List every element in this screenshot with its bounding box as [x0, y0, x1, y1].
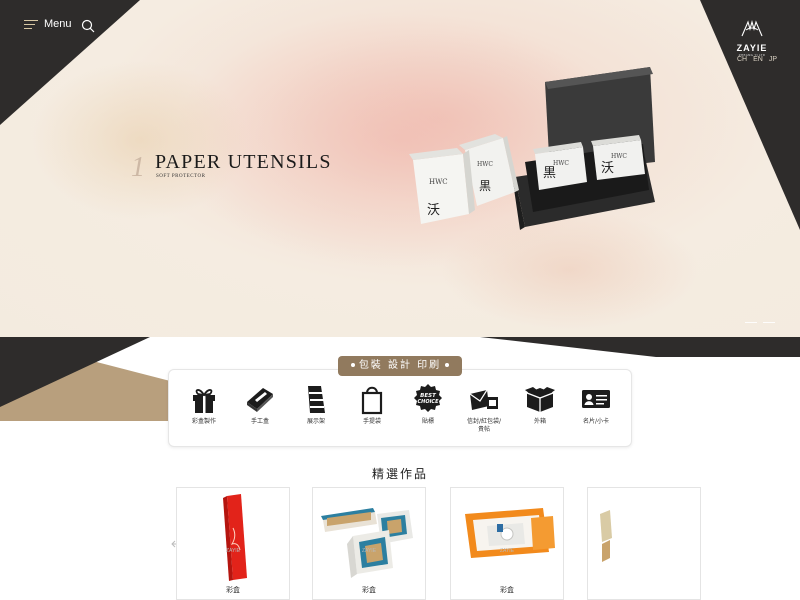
- svg-text:黒: 黒: [543, 166, 556, 181]
- dot-icon: [445, 363, 450, 367]
- svg-text:沃: 沃: [427, 203, 440, 218]
- category-business-card[interactable]: 名片/小卡: [570, 382, 622, 434]
- svg-text:黒: 黒: [479, 179, 491, 193]
- decor-band-dark: [480, 337, 800, 357]
- featured-card[interactable]: ZAYIE 彩盒: [176, 487, 290, 600]
- hero-subtitle: SOFT PROTECTOR: [156, 174, 206, 179]
- envelope-icon: [469, 389, 498, 410]
- business-card-icon: [582, 390, 610, 408]
- card-caption: 彩盒: [362, 586, 376, 594]
- hero-title: PAPER UTENSILS: [155, 151, 332, 173]
- category-heading: 包裝 設計 印刷: [338, 356, 462, 376]
- svg-text:HWC: HWC: [611, 153, 627, 160]
- product-image: [465, 508, 555, 558]
- category-label: 彩盒製作: [191, 418, 216, 425]
- card-caption: 彩盒: [500, 586, 514, 594]
- lang-jp[interactable]: JP: [769, 56, 777, 63]
- language-switcher: CH EN JP: [737, 56, 777, 63]
- hero-banner: Menu ZAYIE ZHEANG YI LTD CH EN JP 1 PAPE…: [0, 0, 800, 337]
- decor-triangle-dark: [0, 337, 150, 407]
- category-label-sticker[interactable]: BEST CHOICE 貼標: [402, 382, 454, 434]
- logo-name: ZAYIE: [736, 43, 768, 53]
- svg-text:沃: 沃: [601, 161, 614, 176]
- category-envelope[interactable]: 信封/紅包袋/ 貴帖: [458, 382, 510, 434]
- svg-text:HWC: HWC: [477, 161, 493, 168]
- featured-card[interactable]: ZAYIE 彩盒: [450, 487, 564, 600]
- featured-card[interactable]: ZAYIE 彩盒: [312, 487, 426, 600]
- menu-button[interactable]: Menu: [24, 18, 72, 30]
- category-label: 貼標: [421, 418, 434, 425]
- next-slide-icon[interactable]: [763, 322, 775, 323]
- handmade-box-icon: [247, 388, 273, 412]
- product-image: [600, 510, 612, 562]
- svg-text:HWC: HWC: [429, 178, 448, 186]
- best-choice-label-icon: BEST CHOICE: [414, 384, 442, 412]
- watermark: ZAYIE: [361, 548, 377, 554]
- category-label: 外箱: [533, 418, 546, 425]
- gift-box-icon: [193, 389, 215, 413]
- lang-en[interactable]: EN: [753, 56, 763, 63]
- category-gift-box[interactable]: 彩盒製作: [178, 382, 230, 434]
- lang-ch[interactable]: CH: [737, 56, 747, 63]
- featured-works-title: 精選作品: [371, 467, 428, 481]
- category-label: 信封/紅包袋/ 貴帖: [466, 418, 502, 433]
- slide-number: 1: [131, 152, 145, 183]
- category-label: 名片/小卡: [582, 418, 610, 425]
- display-rack-icon: [308, 386, 325, 413]
- dot-icon: [350, 363, 355, 367]
- carton-box-icon: [525, 387, 555, 412]
- search-icon[interactable]: [81, 19, 95, 33]
- category-shopping-bag[interactable]: 手提袋: [346, 382, 398, 434]
- card-caption: 彩盒: [226, 586, 240, 594]
- logo-mark-icon: [741, 19, 763, 37]
- shopping-bag-icon: [361, 386, 383, 415]
- slider-controls: [745, 322, 775, 323]
- category-heading-label: 包裝 設計 印刷: [358, 360, 442, 371]
- product-image: [223, 494, 247, 581]
- category-handmade-box[interactable]: 手工盒: [234, 382, 286, 434]
- category-list: 彩盒製作 手工盒 展示架 手提袋 BEST CHOICE 貼標 信封/紅包袋/ …: [168, 382, 632, 434]
- hamburger-icon: [24, 19, 38, 29]
- category-label: 展示架: [306, 418, 325, 425]
- site-logo[interactable]: ZAYIE ZHEANG YI LTD: [730, 19, 774, 57]
- featured-card[interactable]: [587, 487, 701, 600]
- menu-label: Menu: [44, 18, 72, 30]
- product-photo: HWC HWC 黒 沃 HWC 黒 HWC 沃: [409, 67, 655, 230]
- product-image: [321, 508, 413, 578]
- watermark: ZAYIE: [499, 548, 515, 554]
- category-label: 手提袋: [362, 418, 381, 425]
- category-display-rack[interactable]: 展示架: [290, 382, 342, 434]
- svg-text:CHOICE: CHOICE: [417, 399, 439, 405]
- category-carton[interactable]: 外箱: [514, 382, 566, 434]
- page: Menu ZAYIE ZHEANG YI LTD CH EN JP 1 PAPE…: [0, 0, 800, 600]
- category-label: 手工盒: [250, 418, 269, 425]
- watermark: ZAYIE: [225, 548, 241, 554]
- prev-slide-icon[interactable]: [745, 322, 757, 323]
